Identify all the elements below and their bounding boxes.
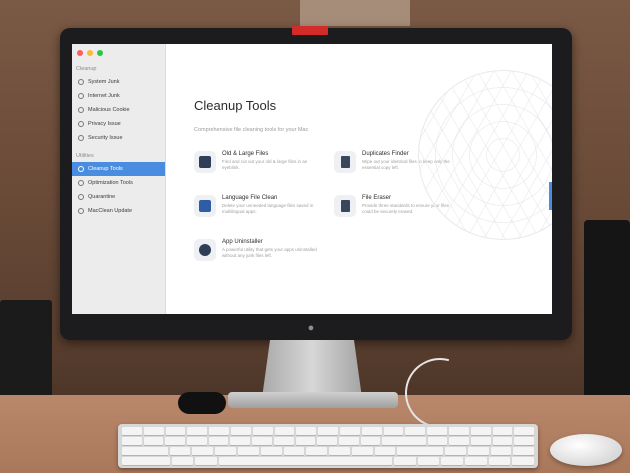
globe-icon <box>78 93 84 99</box>
monitor-stand-base <box>228 392 398 408</box>
tool-name: App Uninstaller <box>222 239 263 245</box>
eye-icon <box>78 121 84 127</box>
sidebar-item-label: Optimization Tools <box>88 180 133 186</box>
window-controls <box>72 50 165 56</box>
sidebar-item-optimization-tools[interactable]: Optimization Tools <box>72 176 165 190</box>
sidebar-item-cleanup-tools[interactable]: Cleanup Tools <box>72 162 165 176</box>
sidebar-item-label: System Junk <box>88 79 120 85</box>
sidebar-section-utilities: Utilities <box>76 153 94 159</box>
app-store-icon <box>194 239 216 261</box>
sidebar-item-privacy-issue[interactable]: Privacy Issue <box>72 117 165 131</box>
sidebar-item-quarantine[interactable]: Quarantine <box>72 190 165 204</box>
duplicate-icon <box>334 151 356 173</box>
main-panel: Cleanup Tools Comprehensive file cleanin… <box>166 44 552 314</box>
cookie-icon <box>78 107 84 113</box>
speaker-puck <box>178 392 226 414</box>
sidebar-item-security-issue[interactable]: Security Issue <box>72 131 165 145</box>
sidebar-item-label: Malicious Cookie <box>88 107 130 113</box>
rocket-icon <box>78 180 84 186</box>
sidebar-item-macclean-update[interactable]: MacClean Update <box>72 204 165 218</box>
tool-language-file-clean[interactable]: Language File Clean Delete your unneeded… <box>194 195 334 223</box>
close-button[interactable] <box>77 50 83 56</box>
apple-logo-icon: ● <box>307 322 315 334</box>
shield-icon <box>78 135 84 141</box>
keyboard <box>118 424 538 468</box>
app-window: Cleanup System Junk Internet Junk Malici… <box>72 44 552 314</box>
tool-desc: Delete your unneeded language files save… <box>222 203 314 214</box>
trash-icon <box>78 79 84 85</box>
refresh-icon <box>78 208 84 214</box>
wall-paper <box>300 0 410 26</box>
tool-desc: Find and cut out your old & large files … <box>222 159 308 170</box>
mouse <box>550 434 622 466</box>
sidebar-item-label: MacClean Update <box>88 208 133 214</box>
tool-old-large-files[interactable]: Old & Large Files Find and cut out your … <box>194 151 334 179</box>
folder-icon <box>194 151 216 173</box>
shredder-icon <box>334 195 356 217</box>
right-speaker <box>584 220 630 420</box>
sidebar-item-label: Privacy Issue <box>88 121 121 127</box>
tool-name: Old & Large Files <box>222 151 269 157</box>
scroll-indicator[interactable] <box>549 182 552 210</box>
sidebar-item-label: Cleanup Tools <box>88 166 123 172</box>
zoom-button[interactable] <box>97 50 103 56</box>
sidebar-item-system-junk[interactable]: System Junk <box>72 75 165 89</box>
red-tape <box>292 26 328 35</box>
monitor-stand <box>262 340 362 398</box>
sidebar-item-label: Internet Junk <box>88 93 120 99</box>
sidebar-section-cleanup: Cleanup <box>76 66 97 72</box>
tool-desc: A powerful utility that gets your apps u… <box>222 247 317 258</box>
tool-name: Language File Clean <box>222 195 278 201</box>
flag-icon <box>194 195 216 217</box>
sidebar-item-label: Quarantine <box>88 194 116 200</box>
box-icon <box>78 194 84 200</box>
sidebar-item-label: Security Issue <box>88 135 123 141</box>
sidebar-item-internet-junk[interactable]: Internet Junk <box>72 89 165 103</box>
minimize-button[interactable] <box>87 50 93 56</box>
tools-icon <box>78 166 84 172</box>
tool-app-uninstaller[interactable]: App Uninstaller A powerful utility that … <box>194 239 334 267</box>
sidebar: Cleanup System Junk Internet Junk Malici… <box>72 44 166 314</box>
sidebar-item-malicious-cookie[interactable]: Malicious Cookie <box>72 103 165 117</box>
